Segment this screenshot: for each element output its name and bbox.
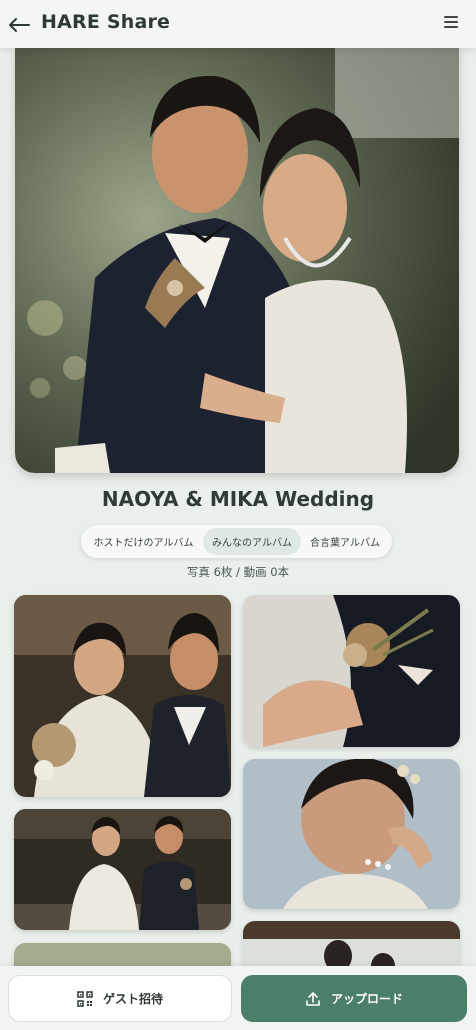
tab-host-album[interactable]: ホストだけのアルバム — [84, 528, 203, 555]
invite-guest-button[interactable]: ゲスト招待 — [8, 975, 232, 1022]
back-button[interactable] — [6, 12, 32, 38]
bottom-action-bar: ゲスト招待 アップロード — [0, 966, 476, 1030]
app-header: HARE Share — [0, 0, 476, 48]
media-counts: 写真 6枚 / 動画 0本 — [186, 565, 290, 579]
arrow-left-icon — [9, 18, 30, 32]
event-title: NAOYA & MIKA Wedding — [101, 487, 375, 511]
app-title: HARE Share — [41, 11, 171, 33]
invite-guest-label: ゲスト招待 — [102, 992, 163, 1006]
hamburger-menu-icon — [444, 16, 458, 28]
qr-code-icon — [77, 990, 93, 1007]
photo-thumbnail[interactable] — [243, 759, 460, 909]
cover-photo — [15, 48, 459, 473]
tab-passphrase-album[interactable]: 合言葉アルバム — [301, 528, 389, 555]
tab-everyone-album[interactable]: みんなのアルバム — [203, 528, 301, 555]
photo-thumbnail[interactable] — [14, 809, 231, 930]
album-tabs: ホストだけのアルバム みんなのアルバム 合言葉アルバム — [81, 525, 392, 558]
upload-button[interactable]: アップロード — [241, 975, 467, 1022]
upload-label: アップロード — [330, 992, 403, 1006]
upload-icon — [306, 991, 320, 1006]
photo-thumbnail[interactable] — [243, 595, 460, 747]
photo-thumbnail[interactable] — [14, 595, 231, 797]
menu-button[interactable] — [442, 14, 462, 34]
